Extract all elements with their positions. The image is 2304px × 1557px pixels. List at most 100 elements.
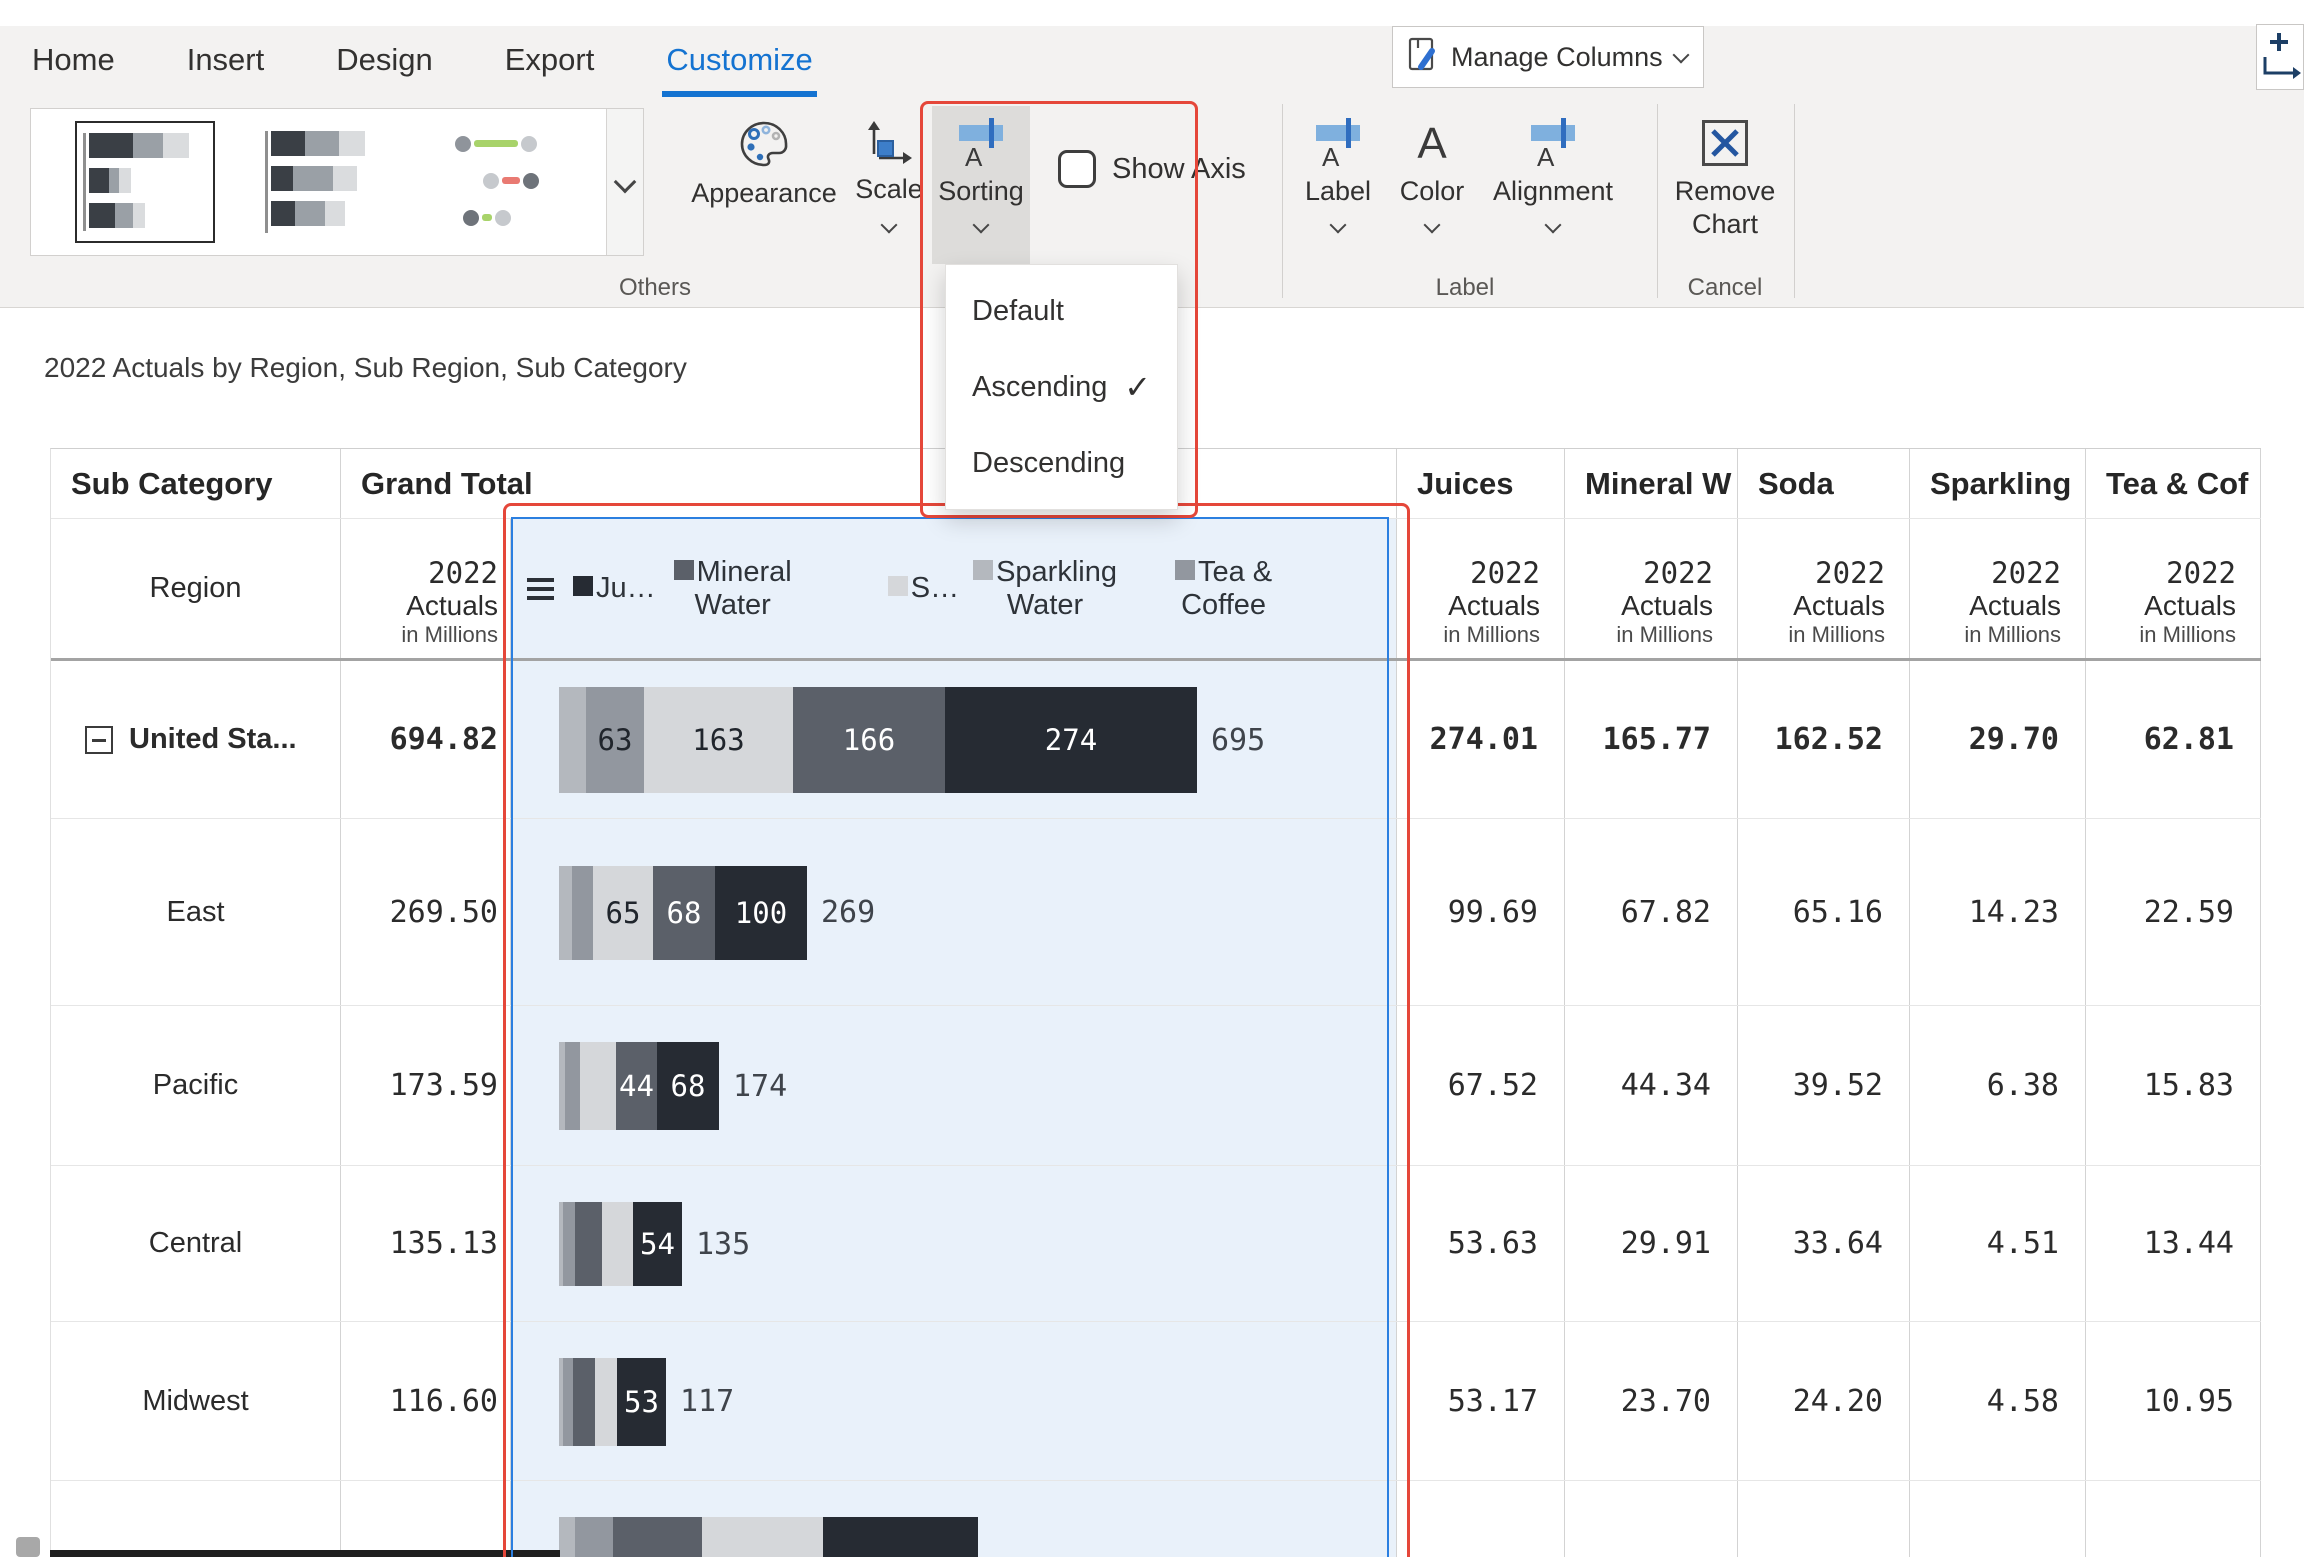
- drag-handle-icon[interactable]: [527, 577, 554, 600]
- col-header-mineral-w[interactable]: Mineral W: [1565, 449, 1738, 518]
- titlebar-strip: [0, 0, 2304, 26]
- alignment-button[interactable]: A Alignment: [1478, 118, 1628, 234]
- menu-item-ascending[interactable]: Ascending ✓: [946, 352, 1177, 422]
- sorting-button[interactable]: A Sorting: [932, 106, 1030, 264]
- menu-item-descending[interactable]: Descending: [946, 428, 1177, 498]
- cell-value: 53.17: [1397, 1322, 1565, 1480]
- legend-label-line2: Water: [694, 588, 771, 621]
- cell-value: 274.01: [1397, 661, 1565, 818]
- grand-total-value: 135.13: [341, 1166, 511, 1321]
- alignment-icon: A: [1529, 118, 1577, 172]
- col-header-grand-total[interactable]: Grand Total: [341, 449, 1397, 518]
- scroll-grip-fragment[interactable]: [16, 1537, 40, 1557]
- cell-value: 53.63: [1397, 1166, 1565, 1321]
- sorting-dropdown-menu: Default Ascending ✓ Descending: [945, 264, 1178, 510]
- bar-segment-mineral: [573, 1357, 595, 1446]
- row-label-east: East: [51, 819, 341, 1005]
- label-button[interactable]: A Label: [1295, 118, 1381, 234]
- legend-item-top: S…: [887, 572, 960, 605]
- col-header-tea-cof[interactable]: Tea & Cof: [2086, 449, 2261, 518]
- tab-insert[interactable]: Insert: [187, 32, 265, 97]
- legend-item: Tea & Coffee: [1174, 556, 1272, 622]
- bar-segment-tea: [563, 1357, 573, 1446]
- cell-value: 67.82: [1565, 819, 1738, 1005]
- legend-label: S…: [910, 572, 960, 604]
- show-axis-checkbox[interactable]: [1058, 150, 1096, 188]
- col-header-sub-category[interactable]: Sub Category: [51, 449, 341, 518]
- ribbon-tabs: Home Insert Design Export Customize: [32, 32, 818, 97]
- cell-value: 29.91: [1565, 1166, 1738, 1321]
- grand-total-value: 694.82: [341, 661, 511, 818]
- add-chart-button[interactable]: [2256, 24, 2304, 90]
- others-group-label: Others: [618, 274, 692, 301]
- value-header-year: 2022: [1470, 556, 1540, 590]
- bar-segment-sparkling: [559, 687, 586, 793]
- value-column-header: 2022 Actuals in Millions: [1738, 519, 1910, 658]
- alignment-button-label: Alignment: [1492, 176, 1614, 206]
- bar-segment-juices: 274: [945, 687, 1197, 793]
- stacked-bar[interactable]: 44 68 174: [559, 1042, 787, 1130]
- stacked-bar-thumbnail[interactable]: [259, 121, 399, 243]
- bar-segment-tea: [563, 1202, 575, 1286]
- stacked-bar[interactable]: 63 163 166 274 695: [559, 687, 1265, 793]
- appearance-label: Appearance: [691, 178, 837, 208]
- cell-value: 22.59: [2086, 819, 2261, 1005]
- legend-label-line2: Water: [1006, 588, 1084, 621]
- scale-button[interactable]: Scale: [846, 118, 932, 234]
- manage-columns-button[interactable]: Manage Columns: [1392, 26, 1704, 88]
- color-button[interactable]: A Color: [1392, 118, 1472, 234]
- tab-export[interactable]: Export: [505, 32, 595, 97]
- tab-design[interactable]: Design: [336, 32, 433, 97]
- dumbbell-thumbnail[interactable]: [443, 121, 583, 243]
- bar-segment-soda: [702, 1517, 823, 1557]
- value-header-year: 2022: [1815, 556, 1885, 590]
- partial-value-cell: [1738, 1481, 1910, 1557]
- row-label-text: United Sta...: [129, 723, 297, 755]
- col-header-juices[interactable]: Juices: [1397, 449, 1565, 518]
- col-header-sparkling[interactable]: Sparkling: [1910, 449, 2086, 518]
- chart-cell: 65 68 100 269: [511, 819, 1397, 1005]
- stacked-bar-thumbnail-selected[interactable]: [75, 121, 215, 243]
- gallery-expand-button[interactable]: [606, 109, 643, 255]
- bar-segment-soda: [602, 1202, 633, 1286]
- chevron-down-icon: [1544, 216, 1562, 234]
- col-header-soda[interactable]: Soda: [1738, 449, 1910, 518]
- appearance-button[interactable]: Appearance: [690, 118, 838, 209]
- legend-item-top: Ju…: [573, 572, 656, 605]
- stacked-bar[interactable]: 65 68 100 269: [559, 865, 875, 960]
- stacked-bar[interactable]: 54 135: [559, 1202, 750, 1286]
- legend-item: S…: [887, 572, 960, 605]
- value-header-unit: in Millions: [1443, 622, 1540, 647]
- value-header-word: Actuals: [1793, 590, 1885, 621]
- collapse-icon[interactable]: [85, 725, 113, 754]
- page-title: 2022 Actuals by Region, Sub Region, Sub …: [44, 352, 687, 383]
- bar-total-label: 174: [733, 1068, 788, 1104]
- stacked-bar-partial[interactable]: [559, 1517, 978, 1557]
- partial-label-cell: [51, 1481, 341, 1557]
- partial-value-cell: [1910, 1481, 2086, 1557]
- value-column-header: 2022 Actuals in Millions: [341, 519, 511, 658]
- remove-chart-button[interactable]: Remove Chart: [1660, 120, 1790, 240]
- tab-customize[interactable]: Customize: [662, 32, 818, 97]
- menu-item-default[interactable]: Default: [946, 276, 1177, 346]
- menu-item-label: Descending: [972, 446, 1126, 479]
- bar-segment-soda: 163: [644, 687, 793, 793]
- ribbon: Home Insert Design Export Customize Manage C…: [0, 0, 2304, 308]
- partial-row: [51, 1481, 2261, 1557]
- chevron-down-icon: [1672, 46, 1690, 64]
- manage-columns-icon: [1407, 36, 1439, 79]
- chart-legend-cell: Ju… Mineral Water S… Sparkling Water Tea & Coff…: [511, 519, 1397, 658]
- cell-value: 33.64: [1738, 1166, 1910, 1321]
- plus-axis-icon: [2263, 33, 2301, 79]
- stacked-bar[interactable]: 53 117: [559, 1357, 734, 1446]
- show-axis-label: Show Axis: [1112, 152, 1246, 185]
- scale-icon: [868, 121, 912, 164]
- value-header-unit: in Millions: [1616, 622, 1713, 647]
- chart-cell: 53 117: [511, 1322, 1397, 1480]
- group-divider: [1657, 104, 1658, 298]
- value-header-unit: in Millions: [1964, 622, 2061, 647]
- value-header-word: Actuals: [2144, 590, 2236, 621]
- tab-home[interactable]: Home: [32, 32, 115, 97]
- grand-total-value: 116.60: [341, 1322, 511, 1480]
- legend-item-top: Sparkling: [973, 556, 1117, 589]
